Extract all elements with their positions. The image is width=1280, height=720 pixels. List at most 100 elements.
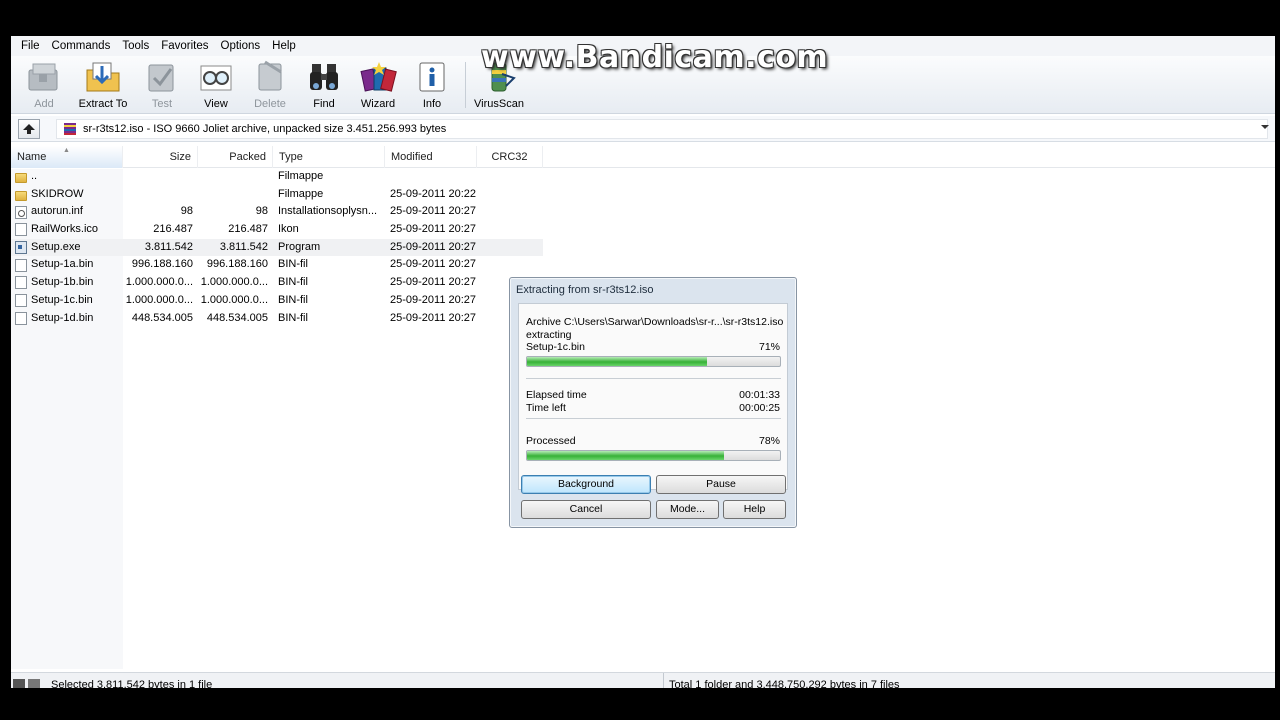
file-modified: 25-09-2011 20:27: [390, 205, 477, 218]
menu-file[interactable]: File: [15, 40, 46, 52]
info-button[interactable]: Info: [405, 56, 459, 114]
folder-icon: [15, 190, 27, 201]
arrow-up-icon: [23, 123, 35, 134]
file-icon: [15, 223, 27, 237]
column-header-name[interactable]: Name ▲: [11, 146, 123, 168]
file-size: 448.534.005: [131, 311, 193, 324]
video-letterbox-right: [1275, 36, 1280, 688]
up-folder-button[interactable]: [18, 118, 40, 139]
file-packed: 1.000.000.0...: [200, 293, 268, 306]
file-row[interactable]: Setup-1b.bin 1.000.000.0... 1.000.000.0...…: [11, 274, 543, 292]
file-name: Setup-1a.bin: [31, 258, 94, 271]
file-type: BIN-fil: [278, 311, 308, 324]
processed-percent-label: 78%: [758, 435, 780, 447]
file-size: [123, 186, 193, 204]
elapsed-time-value: 00:01:33: [739, 389, 780, 401]
view-button[interactable]: View: [189, 56, 243, 114]
wizard-button[interactable]: Wizard: [351, 56, 405, 114]
file-row[interactable]: SKIDROW Filmappe 25-09-2011 20:22: [11, 186, 543, 204]
cancel-button[interactable]: Cancel: [521, 500, 651, 519]
address-bar: sr-r3ts12.iso - ISO 9660 Joliet archive,…: [11, 116, 1275, 142]
column-header-crc32[interactable]: CRC32: [477, 146, 543, 168]
chevron-down-icon[interactable]: [1261, 125, 1269, 129]
file-modified: 25-09-2011 20:27: [390, 276, 477, 289]
rar-archive-icon: [64, 123, 76, 135]
file-modified: 25-09-2011 20:27: [390, 240, 477, 253]
file-packed: 996.188.160: [206, 258, 268, 271]
file-modified: [390, 168, 480, 186]
add-archive-icon: [24, 59, 64, 95]
dialog-body: Archive C:\Users\Sarwar\Downloads\sr-r..…: [518, 303, 788, 490]
file-progress-fill: [527, 357, 707, 366]
file-name-cell: Setup-1a.bin: [15, 256, 123, 274]
file-progress-bar: [526, 356, 781, 367]
video-letterbox-top: [0, 0, 1280, 36]
view-glasses-icon: [196, 59, 236, 95]
file-name-cell: autorun.inf: [15, 203, 123, 221]
file-name: SKIDROW: [31, 187, 84, 200]
file-icon: [15, 294, 27, 308]
drive-status-icon: [13, 679, 40, 688]
file-modified: 25-09-2011 20:27: [390, 311, 477, 324]
file-packed: 3.811.542: [219, 240, 268, 253]
file-size: 1.000.000.0...: [125, 293, 193, 306]
add-button[interactable]: Add: [17, 56, 71, 114]
menu-commands[interactable]: Commands: [46, 40, 117, 52]
column-header-type[interactable]: Type: [273, 146, 385, 168]
file-row[interactable]: Setup-1a.bin 996.188.160 996.188.160 BIN-fi…: [11, 256, 543, 274]
column-header-modified[interactable]: Modified: [385, 146, 477, 168]
pause-button[interactable]: Pause: [656, 475, 786, 494]
file-name-cell: Setup.exe: [15, 239, 123, 257]
menu-tools[interactable]: Tools: [116, 40, 155, 52]
file-name-cell: Setup-1d.bin: [15, 310, 123, 328]
folder-icon: [15, 172, 27, 183]
file-row[interactable]: Setup.exe 3.811.542 3.811.542 Program 25-09-…: [11, 238, 543, 257]
elapsed-time-label: Elapsed time: [526, 389, 587, 401]
mode-button[interactable]: Mode...: [656, 500, 719, 519]
find-button[interactable]: Find: [297, 56, 351, 114]
column-header-size[interactable]: Size: [123, 146, 198, 168]
file-size: 996.188.160: [131, 258, 193, 271]
menu-favorites[interactable]: Favorites: [155, 40, 214, 52]
menu-help[interactable]: Help: [266, 40, 302, 52]
file-name-cell: RailWorks.ico: [15, 221, 123, 239]
menu-options[interactable]: Options: [215, 40, 267, 52]
toolbar-separator: [465, 62, 466, 108]
extract-to-button[interactable]: Extract To: [71, 56, 135, 114]
file-name: Setup-1d.bin: [31, 311, 94, 324]
bandicam-watermark: www.Bandicam.com: [481, 40, 829, 75]
archive-path-field[interactable]: sr-r3ts12.iso - ISO 9660 Joliet archive,…: [56, 119, 1269, 139]
file-row[interactable]: Setup-1c.bin 1.000.000.0... 1.000.000.0...…: [11, 292, 543, 310]
file-list-header: Name ▲ Size Packed Type Modified CRC32: [11, 146, 1275, 168]
file-modified: 25-09-2011 20:22: [390, 187, 477, 200]
delete-icon: [250, 59, 290, 95]
video-letterbox-left: [0, 36, 11, 688]
file-row[interactable]: .. Filmappe: [11, 168, 543, 186]
time-left-value: 00:00:25: [739, 402, 780, 414]
file-icon: [15, 276, 27, 290]
settings-file-icon: [15, 205, 27, 219]
background-button[interactable]: Background: [521, 475, 651, 494]
winrar-window: File Commands Tools Favorites Options He…: [11, 36, 1275, 688]
status-selected-text: Selected 3.811.542 bytes in 1 file: [51, 679, 213, 688]
wizard-books-icon: [358, 59, 398, 95]
file-name-cell: Setup-1c.bin: [15, 292, 123, 310]
test-button[interactable]: Test: [135, 56, 189, 114]
file-row[interactable]: Setup-1d.bin 448.534.005 448.534.005 BIN-fi…: [11, 310, 543, 328]
file-icon: [15, 258, 27, 272]
file-size: [123, 168, 193, 186]
delete-button[interactable]: Delete: [243, 56, 297, 114]
file-row[interactable]: RailWorks.ico 216.487 216.487 Ikon 25-09-201…: [11, 221, 543, 239]
file-name: autorun.inf: [31, 205, 83, 218]
file-type: Filmappe: [278, 170, 324, 182]
status-bar: Selected 3.811.542 bytes in 1 file Total…: [11, 672, 1275, 688]
column-header-packed[interactable]: Packed: [198, 146, 273, 168]
file-row[interactable]: autorun.inf 98 98 Installationsoplysn... 25-…: [11, 203, 543, 221]
file-packed: 1.000.000.0...: [200, 276, 268, 289]
file-name: RailWorks.ico: [31, 223, 99, 236]
file-packed: 98: [255, 205, 268, 218]
help-button[interactable]: Help: [723, 500, 786, 519]
file-type: Ikon: [278, 223, 299, 236]
status-total-text: Total 1 folder and 3.448.750.292 bytes i…: [669, 679, 900, 688]
file-name: ..: [31, 170, 38, 182]
